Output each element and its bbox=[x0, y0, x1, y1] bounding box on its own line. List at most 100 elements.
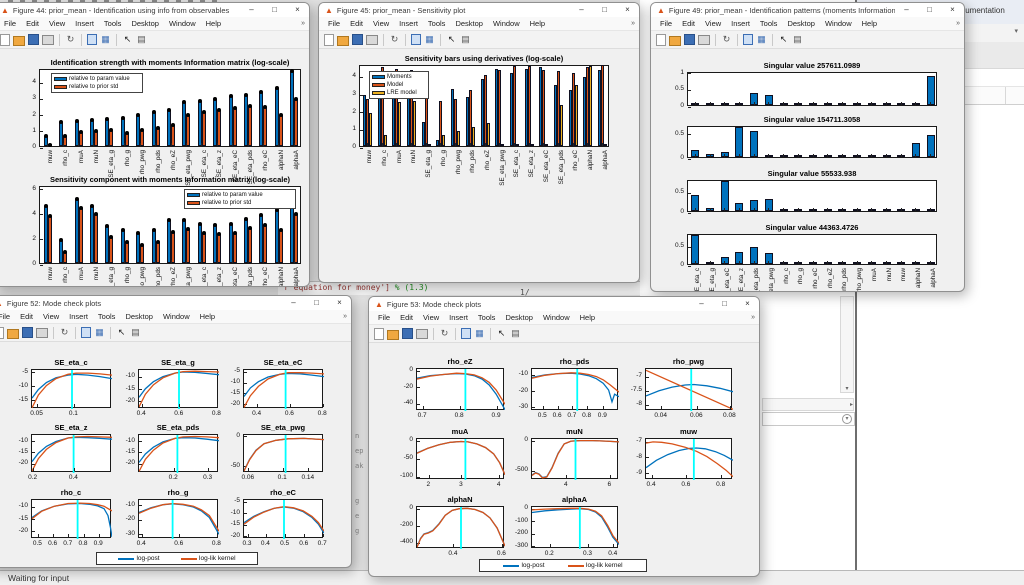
dropdown-icon[interactable]: ▾ bbox=[842, 414, 852, 424]
minimize-button[interactable]: – bbox=[240, 3, 263, 17]
menu-overflow-icon[interactable]: » bbox=[751, 314, 759, 321]
open-folder-icon[interactable] bbox=[13, 36, 25, 46]
dock-figure-icon[interactable] bbox=[81, 327, 91, 338]
menu-file[interactable]: File bbox=[655, 19, 677, 28]
menu-insert[interactable]: Insert bbox=[64, 312, 93, 321]
menu-insert[interactable]: Insert bbox=[394, 19, 423, 28]
menu-view[interactable]: View bbox=[700, 19, 726, 28]
menu-tools[interactable]: Tools bbox=[99, 19, 127, 28]
open-folder-icon[interactable] bbox=[387, 330, 399, 340]
save-icon[interactable] bbox=[22, 327, 33, 338]
titlebar[interactable]: ▲ Figure 49: prior_mean - Identification… bbox=[651, 3, 964, 18]
vertical-scrollbar[interactable]: ▾ bbox=[840, 296, 854, 393]
pin-icon[interactable]: ▾ bbox=[1014, 27, 1018, 35]
menu-window[interactable]: Window bbox=[164, 19, 201, 28]
property-inspector-icon[interactable]: ▤ bbox=[136, 34, 147, 45]
menu-view[interactable]: View bbox=[44, 19, 70, 28]
insert-legend-icon[interactable]: ▦ bbox=[424, 34, 435, 45]
maximize-button[interactable]: □ bbox=[918, 3, 941, 17]
property-inspector-icon[interactable]: ▤ bbox=[510, 328, 521, 339]
menu-window[interactable]: Window bbox=[820, 19, 857, 28]
save-icon[interactable] bbox=[684, 34, 695, 45]
pointer-icon[interactable]: ↖ bbox=[496, 328, 507, 339]
menu-edit[interactable]: Edit bbox=[15, 312, 38, 321]
print-icon[interactable] bbox=[698, 35, 710, 45]
pointer-icon[interactable]: ↖ bbox=[122, 34, 133, 45]
print-icon[interactable] bbox=[36, 328, 48, 338]
open-folder-icon[interactable] bbox=[669, 36, 681, 46]
minimize-button[interactable]: – bbox=[282, 296, 305, 310]
menu-window[interactable]: Window bbox=[488, 19, 525, 28]
titlebar[interactable]: ▲ Figure 52: Mode check plots –□× bbox=[0, 296, 351, 311]
menu-edit[interactable]: Edit bbox=[21, 19, 44, 28]
menu-edit[interactable]: Edit bbox=[345, 19, 368, 28]
property-inspector-icon[interactable]: ▤ bbox=[130, 327, 141, 338]
titlebar[interactable]: ▲ Figure 53: Mode check plots –□× bbox=[369, 297, 759, 312]
property-inspector-icon[interactable]: ▤ bbox=[792, 34, 803, 45]
minimize-button[interactable]: – bbox=[895, 3, 918, 17]
rotate-icon[interactable]: ↻ bbox=[439, 328, 450, 339]
menu-tools[interactable]: Tools bbox=[473, 313, 501, 322]
menu-help[interactable]: Help bbox=[195, 312, 220, 321]
maximize-button[interactable]: □ bbox=[305, 296, 328, 310]
menu-view[interactable]: View bbox=[38, 312, 64, 321]
insert-legend-icon[interactable]: ▦ bbox=[474, 328, 485, 339]
menu-edit[interactable]: Edit bbox=[677, 19, 700, 28]
menu-tools[interactable]: Tools bbox=[755, 19, 783, 28]
dock-figure-icon[interactable] bbox=[411, 34, 421, 45]
menu-tools[interactable]: Tools bbox=[423, 19, 451, 28]
print-icon[interactable] bbox=[366, 35, 378, 45]
save-icon[interactable] bbox=[352, 34, 363, 45]
menu-desktop[interactable]: Desktop bbox=[500, 313, 538, 322]
new-document-icon[interactable] bbox=[0, 34, 10, 46]
menu-help[interactable]: Help bbox=[201, 19, 226, 28]
close-button[interactable]: × bbox=[328, 296, 351, 310]
menu-desktop[interactable]: Desktop bbox=[450, 19, 488, 28]
new-document-icon[interactable] bbox=[324, 34, 334, 46]
menu-overflow-icon[interactable]: » bbox=[956, 20, 964, 27]
save-icon[interactable] bbox=[402, 328, 413, 339]
scroll-down-icon[interactable]: ▾ bbox=[845, 385, 848, 392]
open-folder-icon[interactable] bbox=[337, 36, 349, 46]
maximize-button[interactable]: □ bbox=[713, 297, 736, 311]
new-document-icon[interactable] bbox=[0, 327, 4, 339]
close-button[interactable]: × bbox=[941, 3, 964, 17]
open-folder-icon[interactable] bbox=[7, 329, 19, 339]
dock-figure-icon[interactable] bbox=[743, 34, 753, 45]
menu-file[interactable]: File bbox=[0, 19, 21, 28]
menu-edit[interactable]: Edit bbox=[395, 313, 418, 322]
titlebar[interactable]: ▲ Figure 45: prior_mean - Sensitivity pl… bbox=[319, 3, 639, 18]
rotate-icon[interactable]: ↻ bbox=[65, 34, 76, 45]
dock-figure-icon[interactable] bbox=[87, 34, 97, 45]
menu-overflow-icon[interactable]: » bbox=[343, 313, 351, 320]
insert-legend-icon[interactable]: ▦ bbox=[756, 34, 767, 45]
maximize-button[interactable]: □ bbox=[263, 3, 286, 17]
close-button[interactable]: × bbox=[736, 297, 759, 311]
menu-insert[interactable]: Insert bbox=[444, 313, 473, 322]
scroll-right-icon[interactable]: ▸ bbox=[850, 401, 853, 408]
pointer-icon[interactable]: ↖ bbox=[446, 34, 457, 45]
menu-overflow-icon[interactable]: » bbox=[301, 20, 309, 27]
menu-tools[interactable]: Tools bbox=[93, 312, 121, 321]
menu-desktop[interactable]: Desktop bbox=[782, 19, 820, 28]
rotate-icon[interactable]: ↻ bbox=[389, 34, 400, 45]
save-icon[interactable] bbox=[28, 34, 39, 45]
menu-insert[interactable]: Insert bbox=[70, 19, 99, 28]
close-button[interactable]: × bbox=[286, 3, 309, 17]
titlebar[interactable]: ▲ Figure 44: prior_mean - Identification… bbox=[0, 3, 309, 18]
menu-desktop[interactable]: Desktop bbox=[126, 19, 164, 28]
menu-view[interactable]: View bbox=[368, 19, 394, 28]
dock-figure-icon[interactable] bbox=[461, 328, 471, 339]
menu-file[interactable]: File bbox=[373, 313, 395, 322]
menu-file[interactable]: File bbox=[0, 312, 15, 321]
maximize-button[interactable]: □ bbox=[593, 3, 616, 17]
close-button[interactable]: × bbox=[616, 3, 639, 17]
print-icon[interactable] bbox=[416, 329, 428, 339]
minimize-button[interactable]: – bbox=[690, 297, 713, 311]
menu-insert[interactable]: Insert bbox=[726, 19, 755, 28]
pointer-icon[interactable]: ↖ bbox=[116, 327, 127, 338]
rotate-icon[interactable]: ↻ bbox=[721, 34, 732, 45]
menu-overflow-icon[interactable]: » bbox=[631, 20, 639, 27]
menu-help[interactable]: Help bbox=[525, 19, 550, 28]
property-inspector-icon[interactable]: ▤ bbox=[460, 34, 471, 45]
